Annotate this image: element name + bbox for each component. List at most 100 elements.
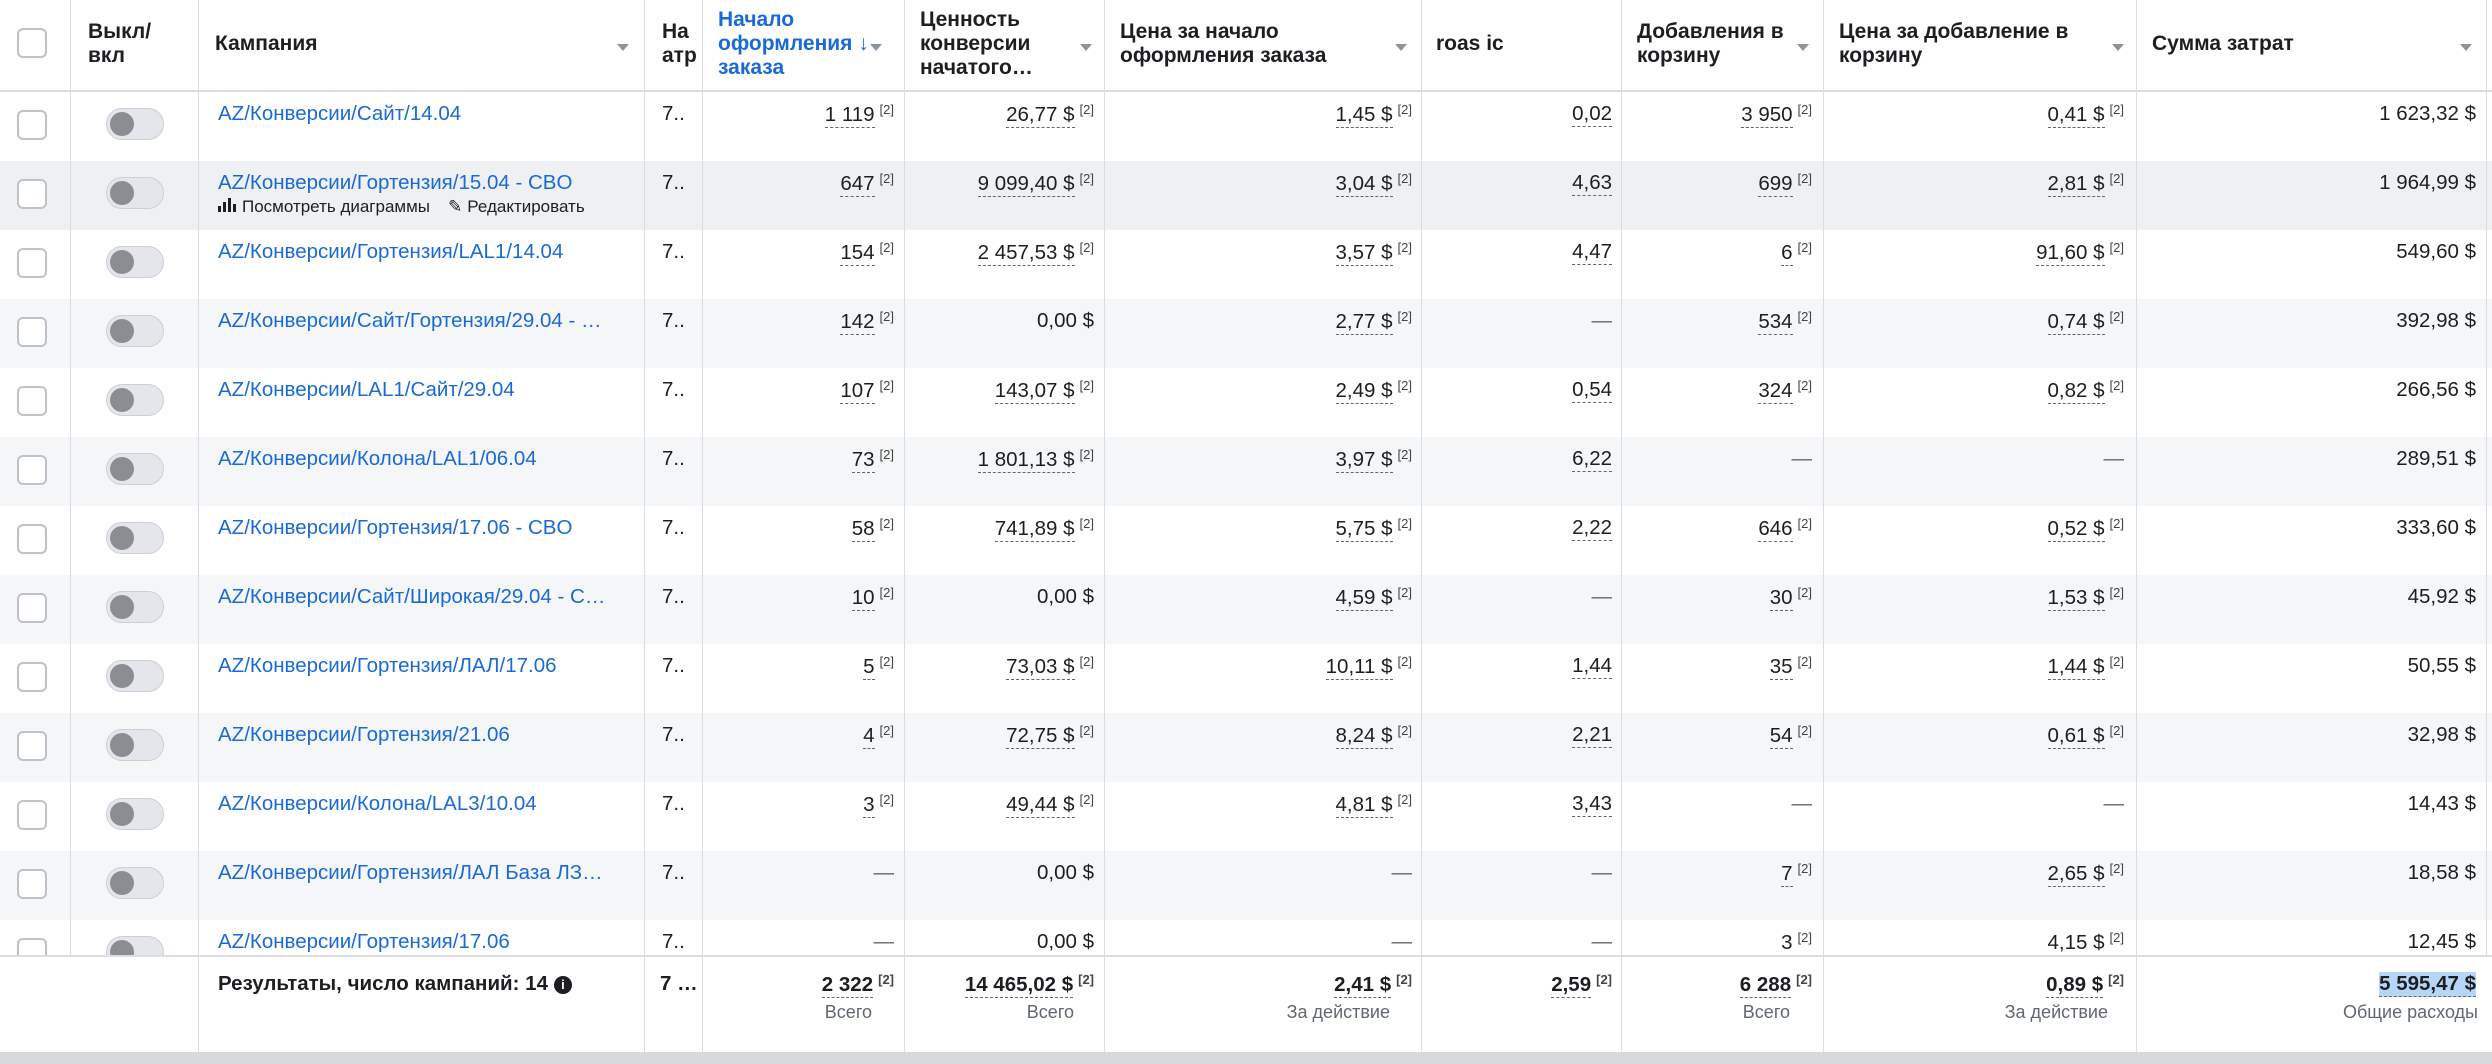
row-checkbox[interactable] <box>17 317 47 347</box>
cell-conversion-value: 72,75 $ [2] <box>1006 723 1094 749</box>
cell-value: — <box>1791 447 1813 470</box>
row-checkbox[interactable] <box>17 110 47 140</box>
footnote-marker: [2] <box>1797 516 1812 531</box>
campaign-toggle[interactable] <box>106 453 164 485</box>
table-row[interactable]: AZ/Конверсии/Гортензия/LAL1/14.04 7.. 154 [… <box>0 230 2492 299</box>
campaign-toggle[interactable] <box>106 384 164 416</box>
campaign-name-link[interactable]: AZ/Конверсии/Гортензия/ЛАЛ/17.06 <box>218 654 623 678</box>
cell-value: 143,07 $ <box>994 379 1075 404</box>
table-row[interactable]: AZ/Конверсии/Колона/LAL3/10.04 7.. 3 [2] 49,… <box>0 782 2492 851</box>
cell-conversion-value: 0,00 $ <box>1037 930 1094 954</box>
caret-down-icon[interactable] <box>2112 44 2124 51</box>
row-checkbox[interactable] <box>17 869 47 899</box>
cell-roas: 2,22 <box>1572 516 1612 541</box>
header-cost-per-checkout[interactable]: Цена за начало оформления заказа <box>1120 20 1326 68</box>
row-checkbox[interactable] <box>17 455 47 485</box>
cell-value: 2 457,53 $ <box>977 241 1075 266</box>
header-roas[interactable]: roas ic <box>1436 32 1504 56</box>
header-checkouts[interactable]: Начало оформления ↓ заказа <box>718 8 869 80</box>
table-row[interactable]: AZ/Конверсии/Сайт/14.04 7.. 1 119 [2] 26,77 … <box>0 92 2492 161</box>
campaign-name-link[interactable]: AZ/Конверсии/Гортензия/17.06 <box>218 930 623 954</box>
cell-attribution: 7.. <box>662 240 685 263</box>
cell-value: — <box>1591 930 1613 953</box>
row-checkbox[interactable] <box>17 731 47 761</box>
cell-value: 0,00 $ <box>1037 861 1094 884</box>
row-checkbox[interactable] <box>17 248 47 278</box>
edit-action[interactable]: ✎ Редактировать <box>448 197 585 217</box>
campaign-name-link[interactable]: AZ/Конверсии/Сайт/Широкая/29.04 - C… <box>218 585 623 609</box>
caret-down-icon[interactable] <box>617 44 629 51</box>
campaign-toggle[interactable] <box>106 246 164 278</box>
header-adds-to-cart[interactable]: Добавления в корзину <box>1637 20 1784 68</box>
table-row[interactable]: AZ/Конверсии/Гортензия/ЛАЛ База ЛЗ… 7.. — 0… <box>0 851 2492 920</box>
row-checkbox[interactable] <box>17 386 47 416</box>
header-conversion-value[interactable]: Ценность конверсии начатого… <box>920 8 1033 80</box>
row-checkbox[interactable] <box>17 800 47 830</box>
select-all-checkbox[interactable] <box>17 28 47 58</box>
cell-checkouts: 5 [2] <box>863 654 894 680</box>
cell-value: 73 <box>851 448 875 473</box>
table-row[interactable]: AZ/Конверсии/Гортензия/15.04 - CBO 7.. 647… <box>0 161 2492 230</box>
info-icon[interactable]: i <box>553 976 572 994</box>
campaign-toggle[interactable] <box>106 177 164 209</box>
header-spend[interactable]: Сумма затрат <box>2152 32 2294 56</box>
cell-value: 7 <box>1781 862 1793 887</box>
table-row[interactable]: AZ/Конверсии/LAL1/Сайт/29.04 7.. 107 [2] 143… <box>0 368 2492 437</box>
header-toggle[interactable]: Выкл/ вкл <box>88 20 151 68</box>
campaign-name-link[interactable]: AZ/Конверсии/Гортензия/21.06 <box>218 723 623 747</box>
row-checkbox[interactable] <box>17 593 47 623</box>
cell-cost-per-add: 2,65 $ [2] <box>2047 861 2124 887</box>
campaign-name-link[interactable]: AZ/Конверсии/Гортензия/17.06 - CBO <box>218 516 623 540</box>
cell-roas: 1,44 <box>1572 654 1612 679</box>
caret-down-icon[interactable] <box>1797 44 1809 51</box>
caret-down-icon[interactable] <box>1080 44 1092 51</box>
table-row[interactable]: AZ/Конверсии/Колона/LAL1/06.04 7.. 73 [2] 1 … <box>0 437 2492 506</box>
campaign-toggle[interactable] <box>106 522 164 554</box>
campaign-name-link[interactable]: AZ/Конверсии/Сайт/Гортензия/29.04 - … <box>218 309 623 333</box>
cell-attribution: 7.. <box>662 171 685 194</box>
campaign-name-link[interactable]: AZ/Конверсии/Колона/LAL3/10.04 <box>218 792 623 816</box>
campaign-name-link[interactable]: AZ/Конверсии/Гортензия/ЛАЛ База ЛЗ… <box>218 861 623 885</box>
table-row[interactable]: AZ/Конверсии/Гортензия/17.06 - CBO 7.. 58 [… <box>0 506 2492 575</box>
footnote-marker: [2] <box>1397 447 1412 462</box>
campaign-name-link[interactable]: AZ/Конверсии/Гортензия/15.04 - CBO <box>218 171 623 195</box>
cell-value: 1,44 <box>1572 654 1612 679</box>
cell-spend: 50,55 $ <box>2408 654 2476 678</box>
row-checkbox[interactable] <box>17 524 47 554</box>
campaign-toggle[interactable] <box>106 660 164 692</box>
view-charts-action[interactable]: Посмотреть диаграммы <box>218 197 430 217</box>
caret-down-icon[interactable] <box>2460 44 2472 51</box>
cell-value: 30 <box>1769 586 1793 611</box>
cell-cost-per-add: — <box>2104 447 2125 471</box>
campaign-name-link[interactable]: AZ/Конверсии/LAL1/Сайт/29.04 <box>218 378 623 402</box>
campaign-name-link[interactable]: AZ/Конверсии/Сайт/14.04 <box>218 102 623 126</box>
campaign-toggle[interactable] <box>106 315 164 347</box>
horizontal-scrollbar[interactable] <box>0 1052 2492 1064</box>
toggle-knob <box>110 319 134 343</box>
campaign-toggle[interactable] <box>106 798 164 830</box>
campaign-toggle[interactable] <box>106 591 164 623</box>
campaign-name-link[interactable]: AZ/Конверсии/Колона/LAL1/06.04 <box>218 447 623 471</box>
campaign-toggle[interactable] <box>106 867 164 899</box>
campaign-name-link[interactable]: AZ/Конверсии/Гортензия/LAL1/14.04 <box>218 240 623 264</box>
header-attribution[interactable]: На атр <box>662 20 696 68</box>
cell-checkouts: 58 [2] <box>851 516 894 542</box>
cell-roas: 4,47 <box>1572 240 1612 265</box>
cell-value: 646 <box>1758 517 1793 542</box>
campaign-toggle[interactable] <box>106 729 164 761</box>
caret-down-icon[interactable] <box>870 44 882 51</box>
caret-down-icon[interactable] <box>1395 44 1407 51</box>
table-row[interactable]: AZ/Конверсии/Сайт/Широкая/29.04 - C… 7.. 1… <box>0 575 2492 644</box>
row-checkbox[interactable] <box>17 662 47 692</box>
table-row[interactable]: AZ/Конверсии/Сайт/Гортензия/29.04 - … 7..… <box>0 299 2492 368</box>
header-cost-per-add[interactable]: Цена за добавление в корзину <box>1839 20 2068 68</box>
cell-checkouts: 142 [2] <box>840 309 894 335</box>
row-checkbox[interactable] <box>17 179 47 209</box>
table-row[interactable]: AZ/Конверсии/Гортензия/ЛАЛ/17.06 7.. 5 [2] 7… <box>0 644 2492 713</box>
campaign-toggle[interactable] <box>106 108 164 140</box>
totals-checkouts-sub: Всего <box>824 1002 872 1022</box>
header-campaign[interactable]: Кампания <box>215 32 318 56</box>
cell-checkouts: 154 [2] <box>840 240 894 266</box>
table-row[interactable]: AZ/Конверсии/Гортензия/21.06 7.. 4 [2] 72,75… <box>0 713 2492 782</box>
cell-value: 26,77 $ <box>1006 103 1075 128</box>
